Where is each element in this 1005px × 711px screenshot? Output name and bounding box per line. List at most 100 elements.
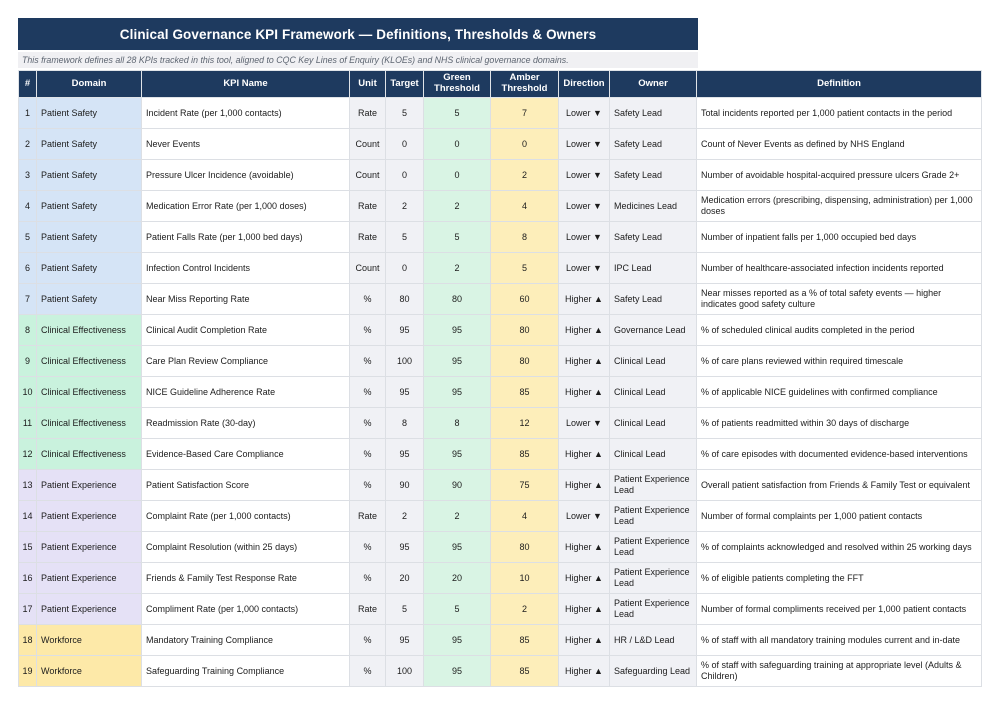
cell-amber: 80 [490,314,559,346]
cell-kpi: Evidence-Based Care Compliance [141,438,350,470]
cell-green: 0 [423,159,491,191]
cell-green: 80 [423,283,491,315]
cell-kpi: Friends & Family Test Response Rate [141,562,350,594]
cell-green: 5 [423,97,491,129]
table-header-row: # Domain KPI Name Unit Target Green Threshold… [18,70,982,98]
cell-target: 5 [385,97,424,129]
cell-green: 0 [423,128,491,160]
cell-num: 11 [18,407,37,439]
cell-unit: Rate [349,97,386,129]
cell-owner: Patient Experience Lead [609,469,697,501]
cell-domain: Patient Safety [36,128,142,160]
kpi-framework-page: Clinical Governance KPI Framework — Defi… [0,0,1005,687]
cell-num: 4 [18,190,37,222]
cell-green: 95 [423,624,491,656]
cell-domain: Clinical Effectiveness [36,345,142,377]
table-row: 1 Patient Safety Incident Rate (per 1,000 … [18,97,982,129]
cell-definition: Number of inpatient falls per 1,000 occu… [696,221,982,253]
cell-num: 12 [18,438,37,470]
cell-definition: % of care plans reviewed within required… [696,345,982,377]
cell-definition: % of complaints acknowledged and resolve… [696,531,982,563]
cell-green: 95 [423,655,491,687]
cell-target: 95 [385,531,424,563]
cell-owner: Medicines Lead [609,190,697,222]
cell-unit: % [349,624,386,656]
cell-green: 95 [423,376,491,408]
cell-num: 10 [18,376,37,408]
cell-target: 0 [385,252,424,284]
cell-domain: Clinical Effectiveness [36,314,142,346]
table-row: 8 Clinical Effectiveness Clinical Audit Co… [18,314,982,346]
cell-num: 19 [18,655,37,687]
cell-green: 5 [423,221,491,253]
cell-kpi: Complaint Rate (per 1,000 contacts) [141,500,350,532]
cell-domain: Patient Safety [36,97,142,129]
cell-definition: % of eligible patients completing the FF… [696,562,982,594]
cell-unit: Rate [349,500,386,532]
cell-unit: % [349,314,386,346]
cell-kpi: Never Events [141,128,350,160]
cell-green: 95 [423,314,491,346]
col-header-target: Target [385,70,424,98]
cell-definition: % of care episodes with documented evide… [696,438,982,470]
col-header-kpi: KPI Name [141,70,350,98]
cell-domain: Patient Experience [36,593,142,625]
cell-amber: 4 [490,190,559,222]
cell-green: 2 [423,252,491,284]
cell-target: 8 [385,407,424,439]
cell-direction: Lower ▼ [558,159,610,191]
cell-direction: Lower ▼ [558,500,610,532]
cell-direction: Lower ▼ [558,407,610,439]
cell-domain: Patient Experience [36,469,142,501]
cell-amber: 2 [490,593,559,625]
table-row: 2 Patient Safety Never Events Count 0 0 0 Lower… [18,128,982,160]
col-header-num: # [18,70,37,98]
cell-green: 2 [423,500,491,532]
cell-definition: Number of formal compliments received pe… [696,593,982,625]
cell-domain: Patient Experience [36,562,142,594]
table-row: 3 Patient Safety Pressure Ulcer Incidence … [18,159,982,191]
cell-kpi: NICE Guideline Adherence Rate [141,376,350,408]
table-row: 13 Patient Experience Patient Satisfaction… [18,469,982,501]
cell-kpi: Pressure Ulcer Incidence (avoidable) [141,159,350,191]
cell-direction: Higher ▲ [558,283,610,315]
cell-amber: 7 [490,97,559,129]
cell-unit: Rate [349,221,386,253]
cell-amber: 85 [490,655,559,687]
page-title: Clinical Governance KPI Framework — Defi… [18,18,698,50]
table-row: 7 Patient Safety Near Miss Reporting Rate%… [18,283,982,315]
cell-owner: Safety Lead [609,283,697,315]
cell-num: 15 [18,531,37,563]
cell-domain: Patient Safety [36,283,142,315]
cell-owner: Safeguarding Lead [609,655,697,687]
cell-definition: Number of healthcare-associated infectio… [696,252,982,284]
cell-definition: % of scheduled clinical audits completed… [696,314,982,346]
cell-target: 100 [385,345,424,377]
cell-owner: Safety Lead [609,159,697,191]
table-row: 6 Patient Safety Infection Control Inciden… [18,252,982,284]
cell-target: 5 [385,593,424,625]
cell-domain: Workforce [36,624,142,656]
cell-target: 20 [385,562,424,594]
cell-definition: % of applicable NICE guidelines with con… [696,376,982,408]
cell-unit: % [349,469,386,501]
cell-unit: % [349,531,386,563]
cell-kpi: Medication Error Rate (per 1,000 doses) [141,190,350,222]
cell-target: 2 [385,500,424,532]
cell-definition: % of patients readmitted within 30 days … [696,407,982,439]
col-header-definition: Definition [696,70,982,98]
cell-green: 20 [423,562,491,594]
cell-definition: Near misses reported as a % of total saf… [696,283,982,315]
cell-kpi: Compliment Rate (per 1,000 contacts) [141,593,350,625]
cell-kpi: Care Plan Review Compliance [141,345,350,377]
cell-num: 8 [18,314,37,346]
cell-green: 5 [423,593,491,625]
cell-num: 17 [18,593,37,625]
cell-green: 95 [423,438,491,470]
cell-unit: Rate [349,593,386,625]
cell-target: 95 [385,376,424,408]
cell-owner: Clinical Lead [609,376,697,408]
cell-direction: Higher ▲ [558,345,610,377]
cell-amber: 80 [490,345,559,377]
cell-kpi: Patient Falls Rate (per 1,000 bed days) [141,221,350,253]
